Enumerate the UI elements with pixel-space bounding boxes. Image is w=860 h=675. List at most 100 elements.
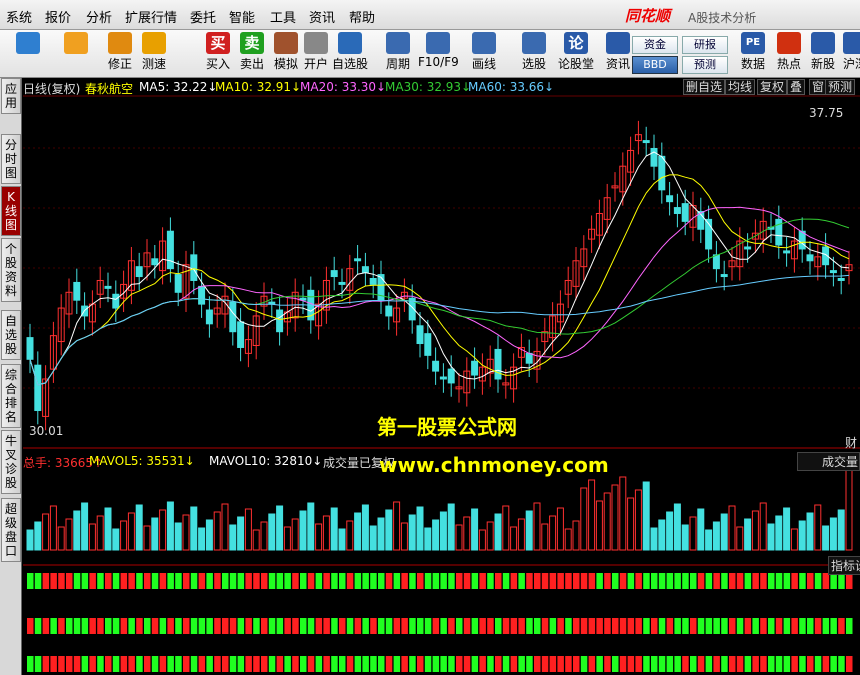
toolbar-f10-button[interactable]: F10/F9 — [418, 32, 459, 76]
signal-block — [721, 656, 728, 672]
signal-block — [487, 656, 494, 672]
toolbar-forum-button[interactable]: 论论股堂 — [556, 32, 596, 76]
volume-bar — [697, 508, 705, 551]
signal-block — [549, 656, 557, 672]
pill-button-0[interactable]: 资金 — [632, 36, 678, 54]
toolbar-star-button[interactable]: 自选股 — [330, 32, 370, 76]
toolbar-pencil-button[interactable]: 画线 — [464, 32, 504, 76]
menu-item-7[interactable]: 资讯 — [309, 7, 335, 26]
signal-block — [276, 618, 284, 634]
signal-block — [822, 656, 830, 672]
volume-bar — [385, 509, 393, 551]
volume-bar — [190, 506, 198, 551]
signal-block — [479, 573, 486, 589]
signal-block — [128, 573, 135, 589]
left-tab-2[interactable]: K线图 — [1, 186, 21, 236]
signal-block — [658, 618, 666, 634]
signal-block — [479, 618, 486, 634]
chart-option-0[interactable]: 删自选 — [683, 79, 726, 95]
candle-body — [525, 352, 533, 364]
toolbar-grid-button[interactable] — [8, 32, 48, 76]
menu-item-1[interactable]: 报价 — [45, 7, 71, 26]
menu-item-0[interactable]: 系统 — [6, 7, 32, 26]
volume-bar — [751, 510, 759, 551]
left-tab-5[interactable]: 综合排名 — [1, 364, 21, 428]
left-tab-7[interactable]: 超级盘口 — [1, 498, 21, 562]
ma-line-20 — [29, 206, 850, 386]
toolbar-pe-button[interactable]: PE 数据 — [736, 32, 770, 76]
chart-option-3[interactable]: 叠 — [787, 79, 806, 95]
signal-block — [183, 656, 190, 672]
signal-block — [846, 618, 853, 634]
left-tab-6[interactable]: 牛叉诊股 — [1, 430, 21, 494]
menu-item-3[interactable]: 扩展行情 — [125, 7, 177, 26]
candle-body — [104, 285, 112, 289]
signal-block — [713, 656, 720, 672]
indicator-settings-button[interactable]: 指标设 — [828, 556, 860, 575]
kline-chart[interactable] — [23, 78, 860, 675]
signal-block — [791, 573, 798, 589]
signal-block — [190, 656, 198, 672]
left-tab-4[interactable]: 自选股 — [1, 310, 21, 360]
signal-block — [424, 573, 432, 589]
menu-item-5[interactable]: 智能 — [229, 7, 255, 26]
menu-item-2[interactable]: 分析 — [86, 7, 112, 26]
left-tab-0[interactable]: 应用 — [1, 78, 21, 114]
signal-block — [175, 656, 182, 672]
pill-button-1[interactable]: 研报 — [682, 36, 728, 54]
signal-block — [112, 573, 120, 589]
left-tab-1[interactable]: 分时图 — [1, 134, 21, 184]
signal-block — [307, 573, 315, 589]
toolbar-filter-button[interactable]: 选股 — [514, 32, 554, 76]
volume-bar — [205, 519, 213, 551]
toolbar-hot-button[interactable]: 热点 — [772, 32, 806, 76]
signal-block — [409, 656, 416, 672]
candle-body — [712, 254, 720, 270]
toolbar-back-arrow-button[interactable] — [56, 32, 96, 76]
volume-bar — [845, 461, 853, 551]
toolbar-clock-button[interactable]: 周期 — [378, 32, 418, 76]
signal-block — [440, 618, 447, 634]
volume-bar — [650, 527, 658, 551]
pill-button-2[interactable]: BBD — [632, 56, 678, 74]
signal-block — [744, 656, 752, 672]
signal-block — [73, 573, 81, 589]
volume-bar — [478, 529, 486, 551]
chart-area[interactable]: 日线(复权) 春秋航空 MA5: 32.22↓ MA10: 32.91↓ MA20:… — [23, 78, 860, 675]
menu-item-4[interactable]: 委托 — [190, 7, 216, 26]
left-tab-char: 盘 — [4, 530, 17, 544]
signal-block — [385, 656, 393, 672]
chart-option-2[interactable]: 复权 — [757, 79, 788, 95]
signal-block — [440, 656, 447, 672]
ma-value-2: MA20: 33.30↓ — [300, 80, 387, 94]
signal-block — [713, 618, 720, 634]
left-tab-char: 线 — [4, 204, 17, 218]
volume-bar — [260, 521, 268, 551]
volume-bar — [829, 517, 837, 551]
toolbar-hs-button[interactable]: 沪深 — [838, 32, 860, 76]
volume-bar — [494, 513, 502, 551]
signal-block — [760, 618, 767, 634]
signal-block — [432, 656, 440, 672]
signal-block — [697, 656, 705, 672]
pill-button-3[interactable]: 预测 — [682, 56, 728, 74]
chart-option-5[interactable]: 预测 — [825, 79, 856, 95]
ipo-icon — [811, 32, 835, 54]
menu-item-6[interactable]: 工具 — [270, 7, 296, 26]
signal-block — [541, 573, 549, 589]
signal-block — [307, 656, 315, 672]
volume-bar — [237, 516, 245, 551]
signal-block — [463, 573, 471, 589]
signal-block — [136, 618, 143, 634]
menu-item-8[interactable]: 帮助 — [349, 7, 375, 26]
signal-block — [34, 573, 42, 589]
left-tab-3[interactable]: 个股资料 — [1, 238, 21, 302]
chart-option-1[interactable]: 均线 — [725, 79, 756, 95]
toolbar-speed-button[interactable]: 测速 — [134, 32, 174, 76]
volume-bar — [588, 479, 596, 551]
signal-block — [253, 573, 260, 589]
toolbar-ipo-button[interactable]: 新股 — [806, 32, 840, 76]
signal-block — [510, 573, 518, 589]
volume-bar — [229, 524, 237, 551]
signal-block — [362, 656, 369, 672]
